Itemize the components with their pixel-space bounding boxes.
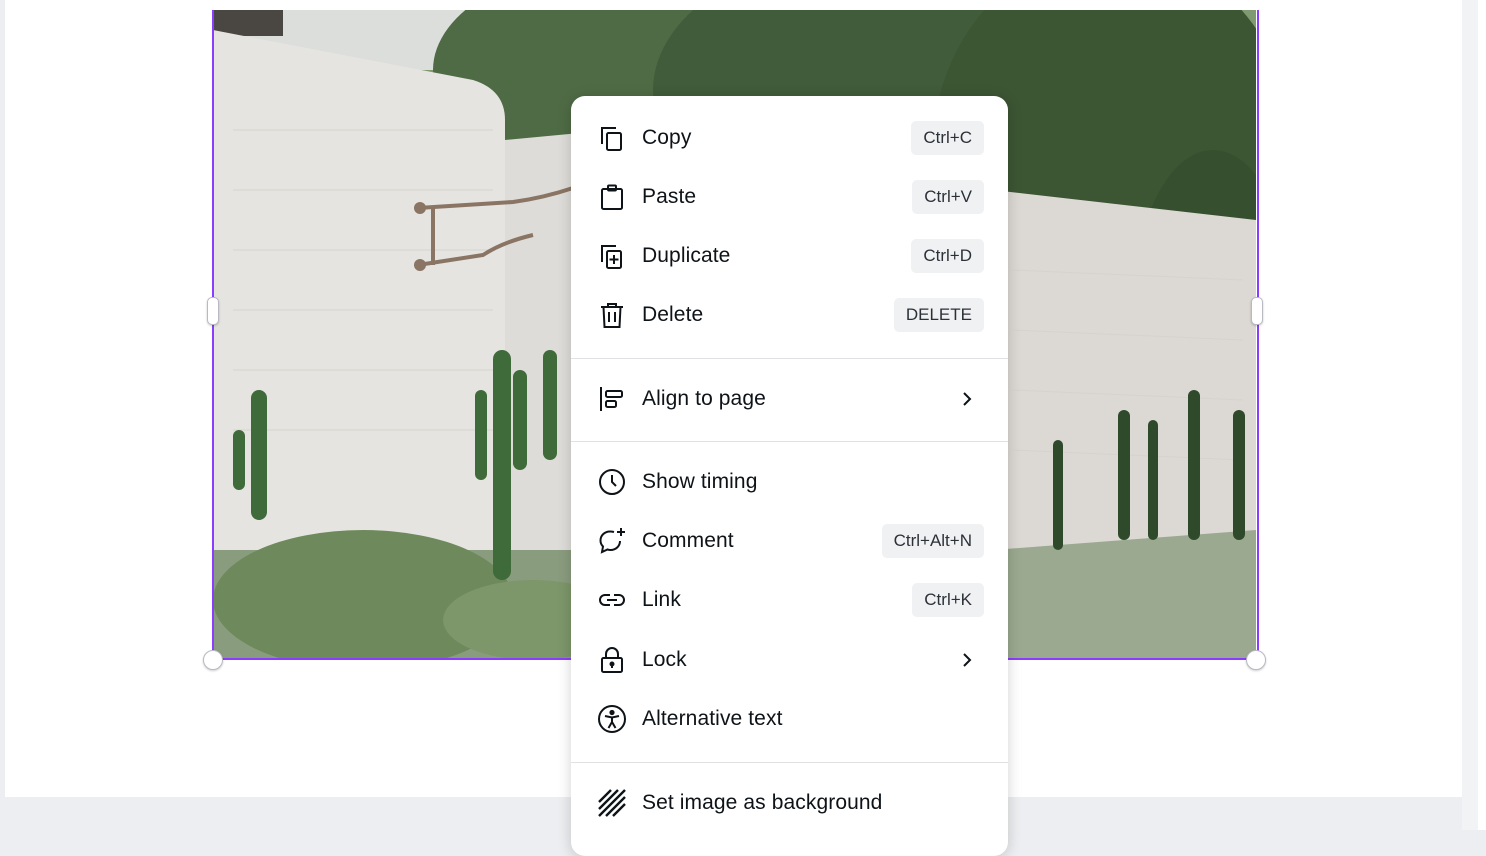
menu-item-comment[interactable]: Comment Ctrl+Alt+N (571, 514, 1008, 568)
menu-item-link[interactable]: Link Ctrl+K (571, 573, 1008, 627)
menu-item-label: Paste (642, 185, 697, 208)
clock-icon (596, 466, 628, 498)
link-icon (596, 584, 628, 616)
resize-handle-bottom-right[interactable] (1246, 650, 1266, 670)
menu-item-duplicate[interactable]: Duplicate Ctrl+D (571, 229, 1008, 283)
duplicate-icon (596, 240, 628, 272)
resize-handle-left[interactable] (207, 297, 219, 325)
menu-divider (571, 762, 1008, 763)
context-menu: Copy Ctrl+C Paste Ctrl+V Duplicate Ctrl+… (571, 96, 1008, 856)
menu-item-show-timing[interactable]: Show timing (571, 455, 1008, 509)
canvas-scroll-area (1462, 0, 1478, 830)
shortcut-hint: DELETE (893, 298, 984, 332)
menu-item-delete[interactable]: Delete DELETE (571, 288, 1008, 342)
menu-item-label: Lock (642, 648, 687, 671)
shortcut-hint: Ctrl+Alt+N (881, 524, 984, 558)
copy-icon (596, 122, 628, 154)
canvas-edge (1478, 0, 1486, 830)
menu-item-align-to-page[interactable]: Align to page (571, 372, 1008, 426)
menu-item-copy[interactable]: Copy Ctrl+C (571, 111, 1008, 165)
menu-item-label: Set image as background (642, 791, 883, 814)
lock-icon (596, 644, 628, 676)
comment-add-icon (596, 525, 628, 557)
paste-icon (596, 181, 628, 213)
menu-item-label: Comment (642, 529, 734, 552)
menu-item-label: Delete (642, 303, 704, 326)
chevron-right-icon (963, 653, 972, 667)
menu-divider (571, 441, 1008, 442)
menu-item-label: Align to page (642, 387, 766, 410)
menu-item-label: Alternative text (642, 707, 783, 730)
menu-item-alternative-text[interactable]: Alternative text (571, 692, 1008, 746)
menu-item-label: Copy (642, 126, 692, 149)
menu-item-lock[interactable]: Lock (571, 633, 1008, 687)
align-left-icon (596, 383, 628, 415)
shortcut-hint: Ctrl+D (911, 239, 984, 273)
menu-item-paste[interactable]: Paste Ctrl+V (571, 170, 1008, 224)
resize-handle-bottom-left[interactable] (203, 650, 223, 670)
menu-item-label: Show timing (642, 470, 758, 493)
shortcut-hint: Ctrl+C (911, 121, 984, 155)
resize-handle-right[interactable] (1251, 297, 1263, 325)
trash-icon (596, 299, 628, 331)
accessibility-icon (596, 703, 628, 735)
shortcut-hint: Ctrl+K (912, 583, 984, 617)
chevron-right-icon (963, 392, 972, 406)
menu-item-label: Link (642, 588, 681, 611)
menu-divider (571, 358, 1008, 359)
shortcut-hint: Ctrl+V (912, 180, 984, 214)
hatch-background-icon (596, 787, 628, 819)
menu-item-label: Duplicate (642, 244, 731, 267)
menu-item-set-image-as-background[interactable]: Set image as background (571, 776, 1008, 830)
